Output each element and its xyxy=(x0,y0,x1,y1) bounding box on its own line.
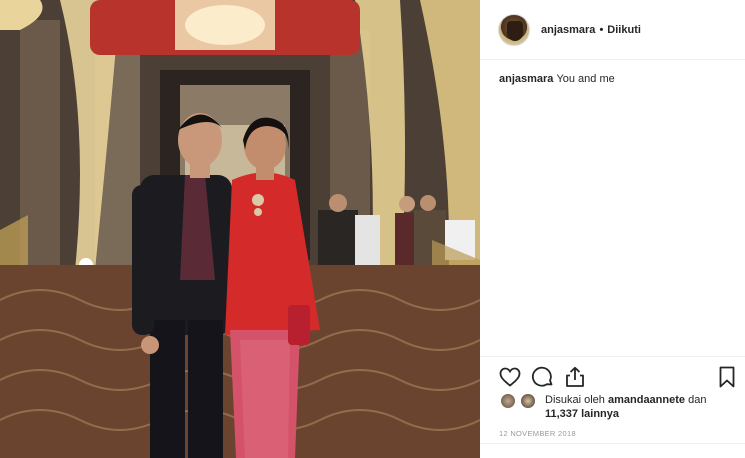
liker-avatar[interactable] xyxy=(500,393,516,409)
post-caption: anjasmara You and me xyxy=(499,73,615,85)
post-side-panel: anjasmara • Diikuti anjasmaraYou and me xyxy=(480,0,745,458)
photo-scene xyxy=(0,0,480,458)
likes-text: Disukai oleh amandaannete dan 11,337 lai… xyxy=(545,393,735,421)
heart-icon[interactable] xyxy=(498,365,522,389)
liker-avatar[interactable] xyxy=(520,393,536,409)
post-photo[interactable] xyxy=(0,0,480,458)
divider xyxy=(480,443,745,444)
caption-username-link[interactable]: anjasmara xyxy=(499,73,553,85)
post-actions: Disukai oleh amandaannete dan 11,337 lai… xyxy=(480,356,745,456)
share-icon[interactable] xyxy=(563,365,587,389)
comment-icon[interactable] xyxy=(531,365,555,389)
likes-prefix: Disukai oleh xyxy=(545,394,605,406)
post-header: anjasmara • Diikuti xyxy=(480,0,745,60)
liker-username-link[interactable]: amandaannete xyxy=(608,394,685,406)
liker-avatars xyxy=(500,393,540,411)
likes-count-link[interactable]: 11,337 lainnya xyxy=(545,408,619,420)
post-date[interactable]: 12 NOVEMBER 2018 xyxy=(499,429,576,438)
follow-status-button[interactable]: Diikuti xyxy=(607,24,641,36)
likes-and: dan xyxy=(688,394,707,406)
username-link[interactable]: anjasmara xyxy=(541,24,595,36)
likes-summary: Disukai oleh amandaannete dan 11,337 lai… xyxy=(500,393,735,421)
user-avatar[interactable] xyxy=(498,13,530,46)
caption-text: You and me xyxy=(556,73,615,85)
separator-dot: • xyxy=(599,23,604,36)
bookmark-icon[interactable] xyxy=(715,365,739,389)
